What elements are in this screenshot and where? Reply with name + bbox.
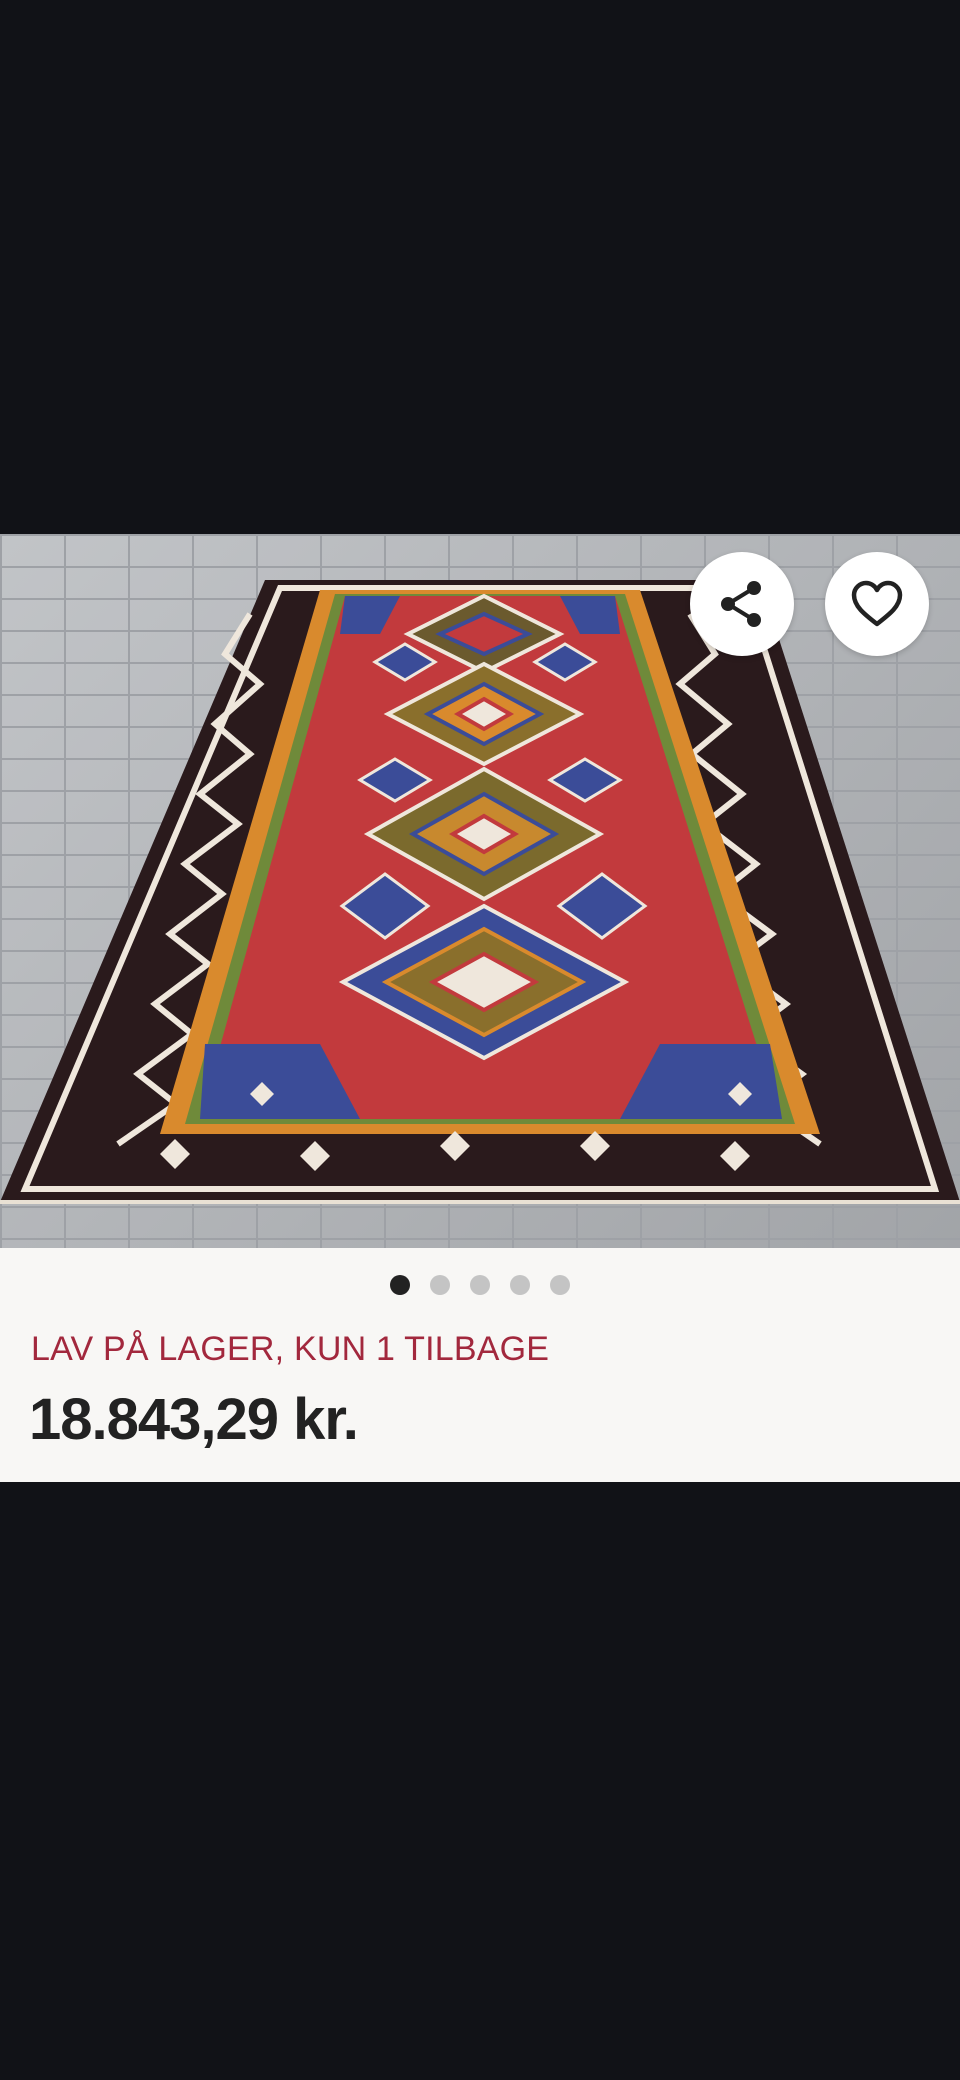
gallery-dot[interactable] xyxy=(510,1275,530,1295)
top-backdrop xyxy=(0,0,960,534)
gallery-dot[interactable] xyxy=(390,1275,410,1295)
bottom-backdrop xyxy=(0,1482,960,2080)
gallery-dot[interactable] xyxy=(550,1275,570,1295)
product-price: 18.843,29 kr. xyxy=(29,1387,359,1452)
gallery-dot[interactable] xyxy=(470,1275,490,1295)
heart-outline-icon xyxy=(851,580,903,627)
favorite-button[interactable] xyxy=(825,552,929,656)
share-button[interactable] xyxy=(690,552,794,656)
gallery-pagination xyxy=(0,1275,960,1295)
product-image[interactable] xyxy=(0,534,960,1248)
kilim-rug-image xyxy=(0,580,960,1204)
share-icon xyxy=(721,581,761,627)
gallery-dot[interactable] xyxy=(430,1275,450,1295)
product-info-panel: LAV PÅ LAGER, KUN 1 TILBAGE 18.843,29 kr… xyxy=(0,1248,960,1482)
stock-notice: LAV PÅ LAGER, KUN 1 TILBAGE xyxy=(31,1330,550,1368)
